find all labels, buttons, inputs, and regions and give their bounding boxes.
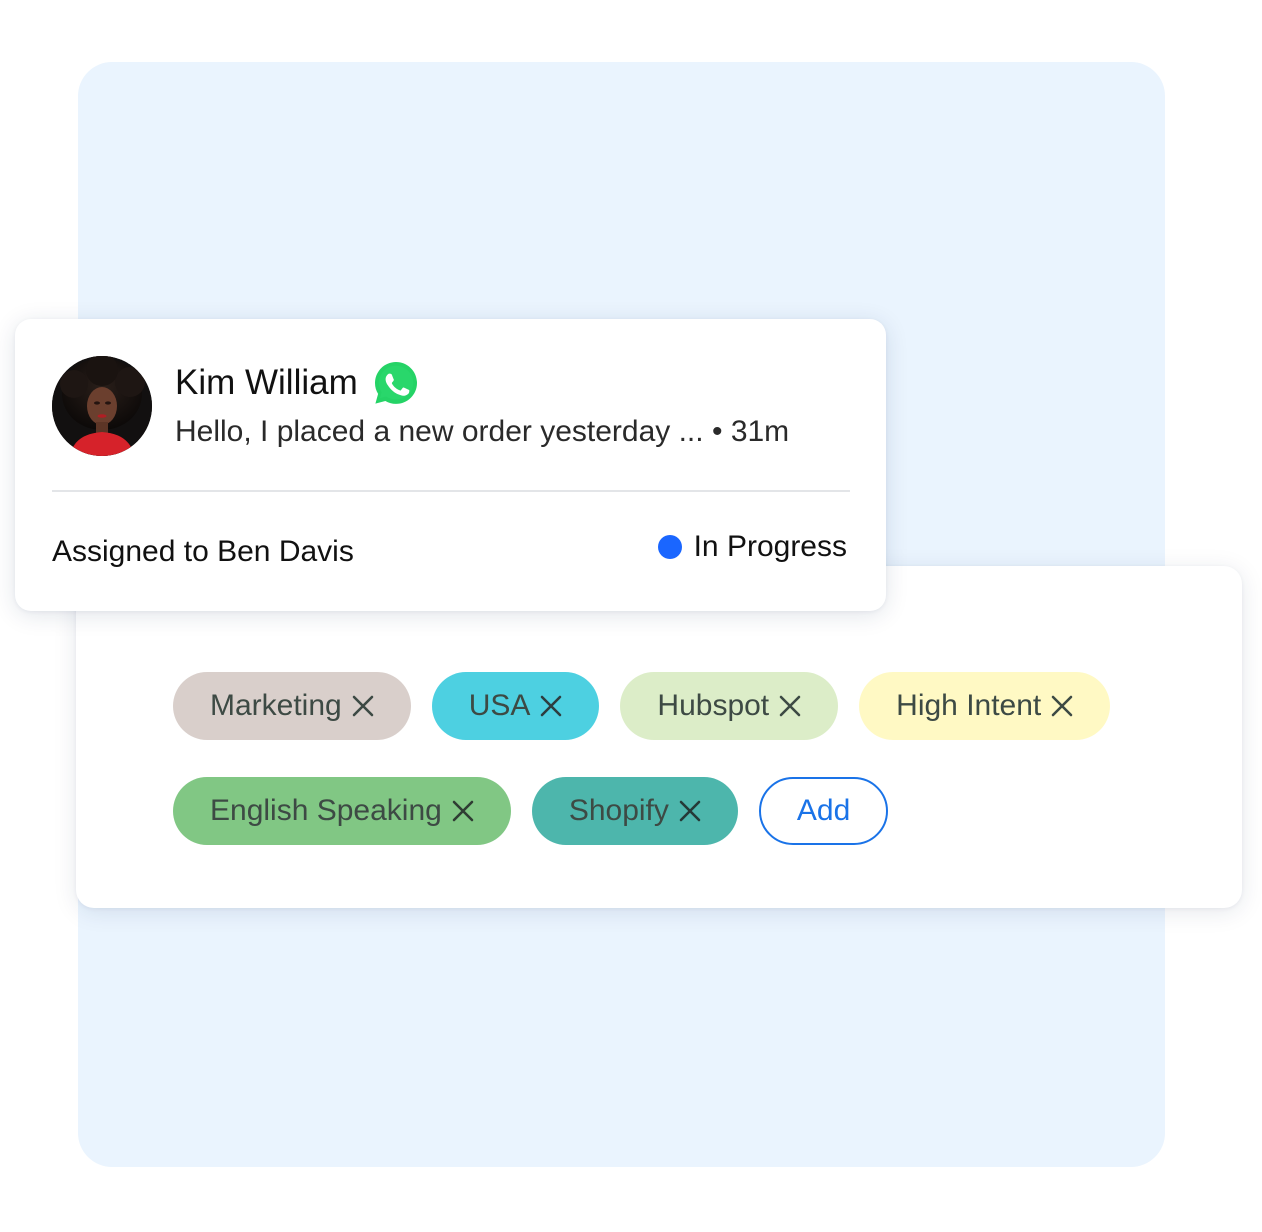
tag-label: Shopify [568,794,669,827]
tag-high-intent[interactable]: High Intent [859,672,1111,740]
tag-label: High Intent [896,689,1042,722]
contact-name-row: Kim William [175,359,420,407]
tag-english-speaking[interactable]: English Speaking [173,777,511,845]
whatsapp-icon [372,359,420,407]
divider [52,490,850,492]
contact-name: Kim William [175,363,358,402]
tag-shopify[interactable]: Shopify [531,777,738,845]
status-label: In Progress [693,530,847,563]
assigned-to[interactable]: Assigned to Ben Davis [52,535,354,569]
tag-marketing[interactable]: Marketing [173,672,411,740]
tag-label: Hubspot [657,689,770,722]
tag-row-1: Marketing USA Hubspot High Intent [173,672,1111,740]
separator-dot: • [711,415,723,448]
status-dot-icon [657,535,682,559]
close-icon[interactable] [679,800,701,822]
message-preview-row: Hello, I placed a new order yesterday ..… [175,415,789,449]
tags-card: Marketing USA Hubspot High Intent Englis… [76,566,1242,908]
close-icon[interactable] [352,695,374,717]
close-icon[interactable] [452,800,474,822]
stage: Marketing USA Hubspot High Intent Englis… [0,0,1262,1232]
tag-label: English Speaking [210,794,442,827]
tag-label: USA [468,689,531,722]
status-badge[interactable]: In Progress [657,530,847,564]
time-ago: 31m [730,415,790,448]
tag-usa[interactable]: USA [431,672,600,740]
conversation-card[interactable]: Kim William Hello, I placed a new order … [15,319,886,611]
tag-hubspot[interactable]: Hubspot [620,672,839,740]
close-icon[interactable] [540,695,562,717]
avatar [52,356,152,456]
add-tag-button[interactable]: Add [758,777,889,845]
close-icon[interactable] [779,695,801,717]
tag-label: Marketing [210,689,342,722]
message-preview: Hello, I placed a new order yesterday ..… [175,415,704,448]
close-icon[interactable] [1051,695,1073,717]
tag-row-2: English Speaking Shopify Add [173,777,889,845]
add-tag-label: Add [796,794,851,827]
